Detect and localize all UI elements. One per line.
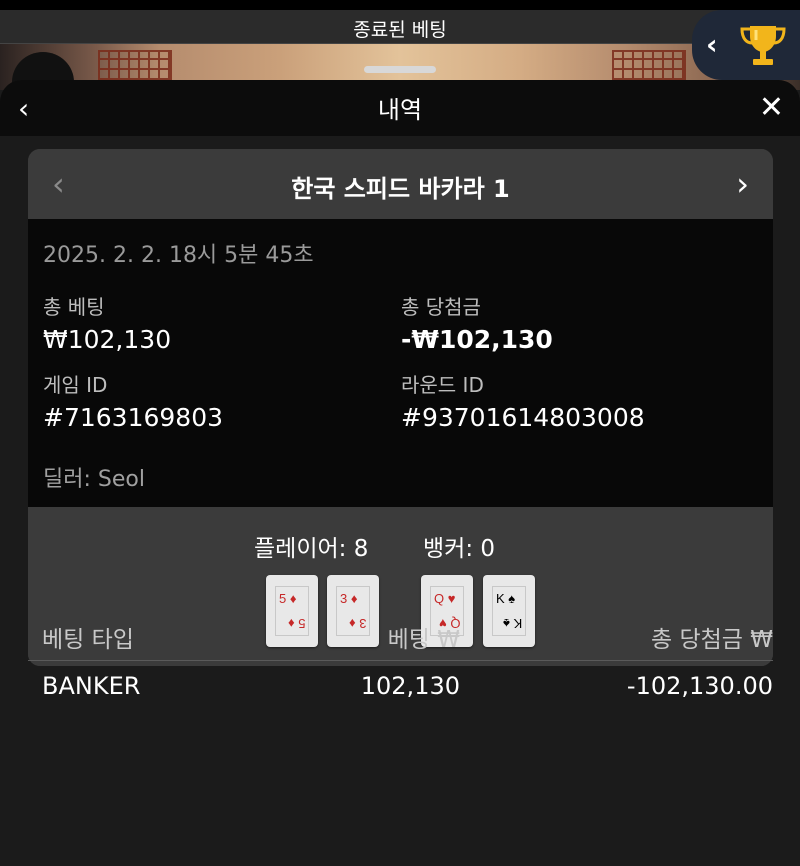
game-id-value: #7163169803 — [43, 403, 224, 432]
history-panel: ‹ 내역 ✕ ‹ 한국 스피드 바카라 1 › 2025. 2. 2. 18시 … — [0, 80, 800, 866]
top-bar-title: 종료된 베팅 — [353, 19, 447, 41]
player-card-2-top: 3 ♦ — [340, 591, 358, 606]
total-win-label: 총 당첨금 — [401, 295, 481, 319]
chevron-left-icon: ‹ — [706, 28, 718, 61]
row-bet-amount: 102,130 — [360, 672, 460, 700]
trophy-icon — [740, 26, 786, 65]
bet-table-header: 베팅 타입 베팅 ₩ 총 당첨금 ₩ — [28, 620, 773, 661]
round-id-value: #93701614803008 — [401, 403, 645, 432]
banker-score: 뱅커: 0 — [423, 536, 496, 562]
player-card-1-top: 5 ♦ — [279, 591, 297, 606]
next-game-button[interactable]: › — [736, 165, 749, 203]
total-bet-label: 총 베팅 — [43, 295, 105, 319]
banker-card-2-top: K ♠ — [496, 591, 516, 606]
history-header: ‹ 내역 ✕ — [0, 80, 800, 136]
total-win-value: -₩102,130 — [401, 325, 553, 354]
game-id-label: 게임 ID — [43, 373, 108, 397]
total-bet-value: ₩102,130 — [43, 325, 172, 354]
row-bet-type: BANKER — [42, 672, 141, 700]
game-nav: ‹ 한국 스피드 바카라 1 › — [28, 149, 773, 219]
bet-detail-card: ‹ 한국 스피드 바카라 1 › 2025. 2. 2. 18시 5분 45초 … — [28, 149, 773, 666]
column-bet-amount: 베팅 ₩ — [387, 627, 460, 653]
leaderboard-button[interactable]: ‹ — [692, 10, 800, 80]
dealer-name: 딜러: Seol — [43, 467, 145, 492]
column-bet-type: 베팅 타입 — [42, 627, 134, 653]
close-button[interactable]: ✕ — [759, 90, 784, 125]
top-bar: 종료된 베팅 — [0, 0, 800, 44]
banker-card-1-top: Q ♥ — [434, 591, 456, 606]
bet-info: 2025. 2. 2. 18시 5분 45초 총 베팅 ₩102,130 총 당… — [28, 219, 773, 507]
row-total-win: -102,130.00 — [626, 672, 773, 700]
column-total-win: 총 당첨금 ₩ — [650, 627, 773, 653]
drag-handle[interactable] — [364, 66, 436, 73]
round-id-label: 라운드 ID — [401, 373, 484, 397]
player-score: 플레이어: 8 — [254, 536, 369, 562]
history-title: 내역 — [377, 96, 423, 124]
table-row: BANKER 102,130 -102,130.00 — [28, 672, 773, 712]
game-title: 한국 스피드 바카라 1 — [291, 175, 510, 203]
bet-datetime: 2025. 2. 2. 18시 5분 45초 — [43, 243, 314, 268]
